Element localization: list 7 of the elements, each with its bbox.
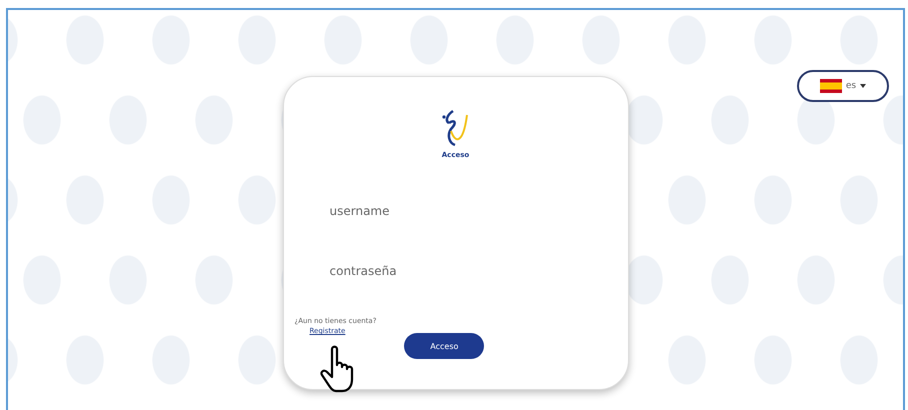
login-button[interactable]: Acceso: [404, 333, 484, 359]
input-field[interactable]: username: [330, 201, 588, 221]
logo-icon: [440, 107, 470, 149]
language-selector[interactable]: es: [797, 70, 889, 102]
input-field[interactable]: contraseña: [330, 261, 588, 281]
caret-icon: [860, 84, 866, 88]
spain-flag-icon: [820, 79, 842, 93]
